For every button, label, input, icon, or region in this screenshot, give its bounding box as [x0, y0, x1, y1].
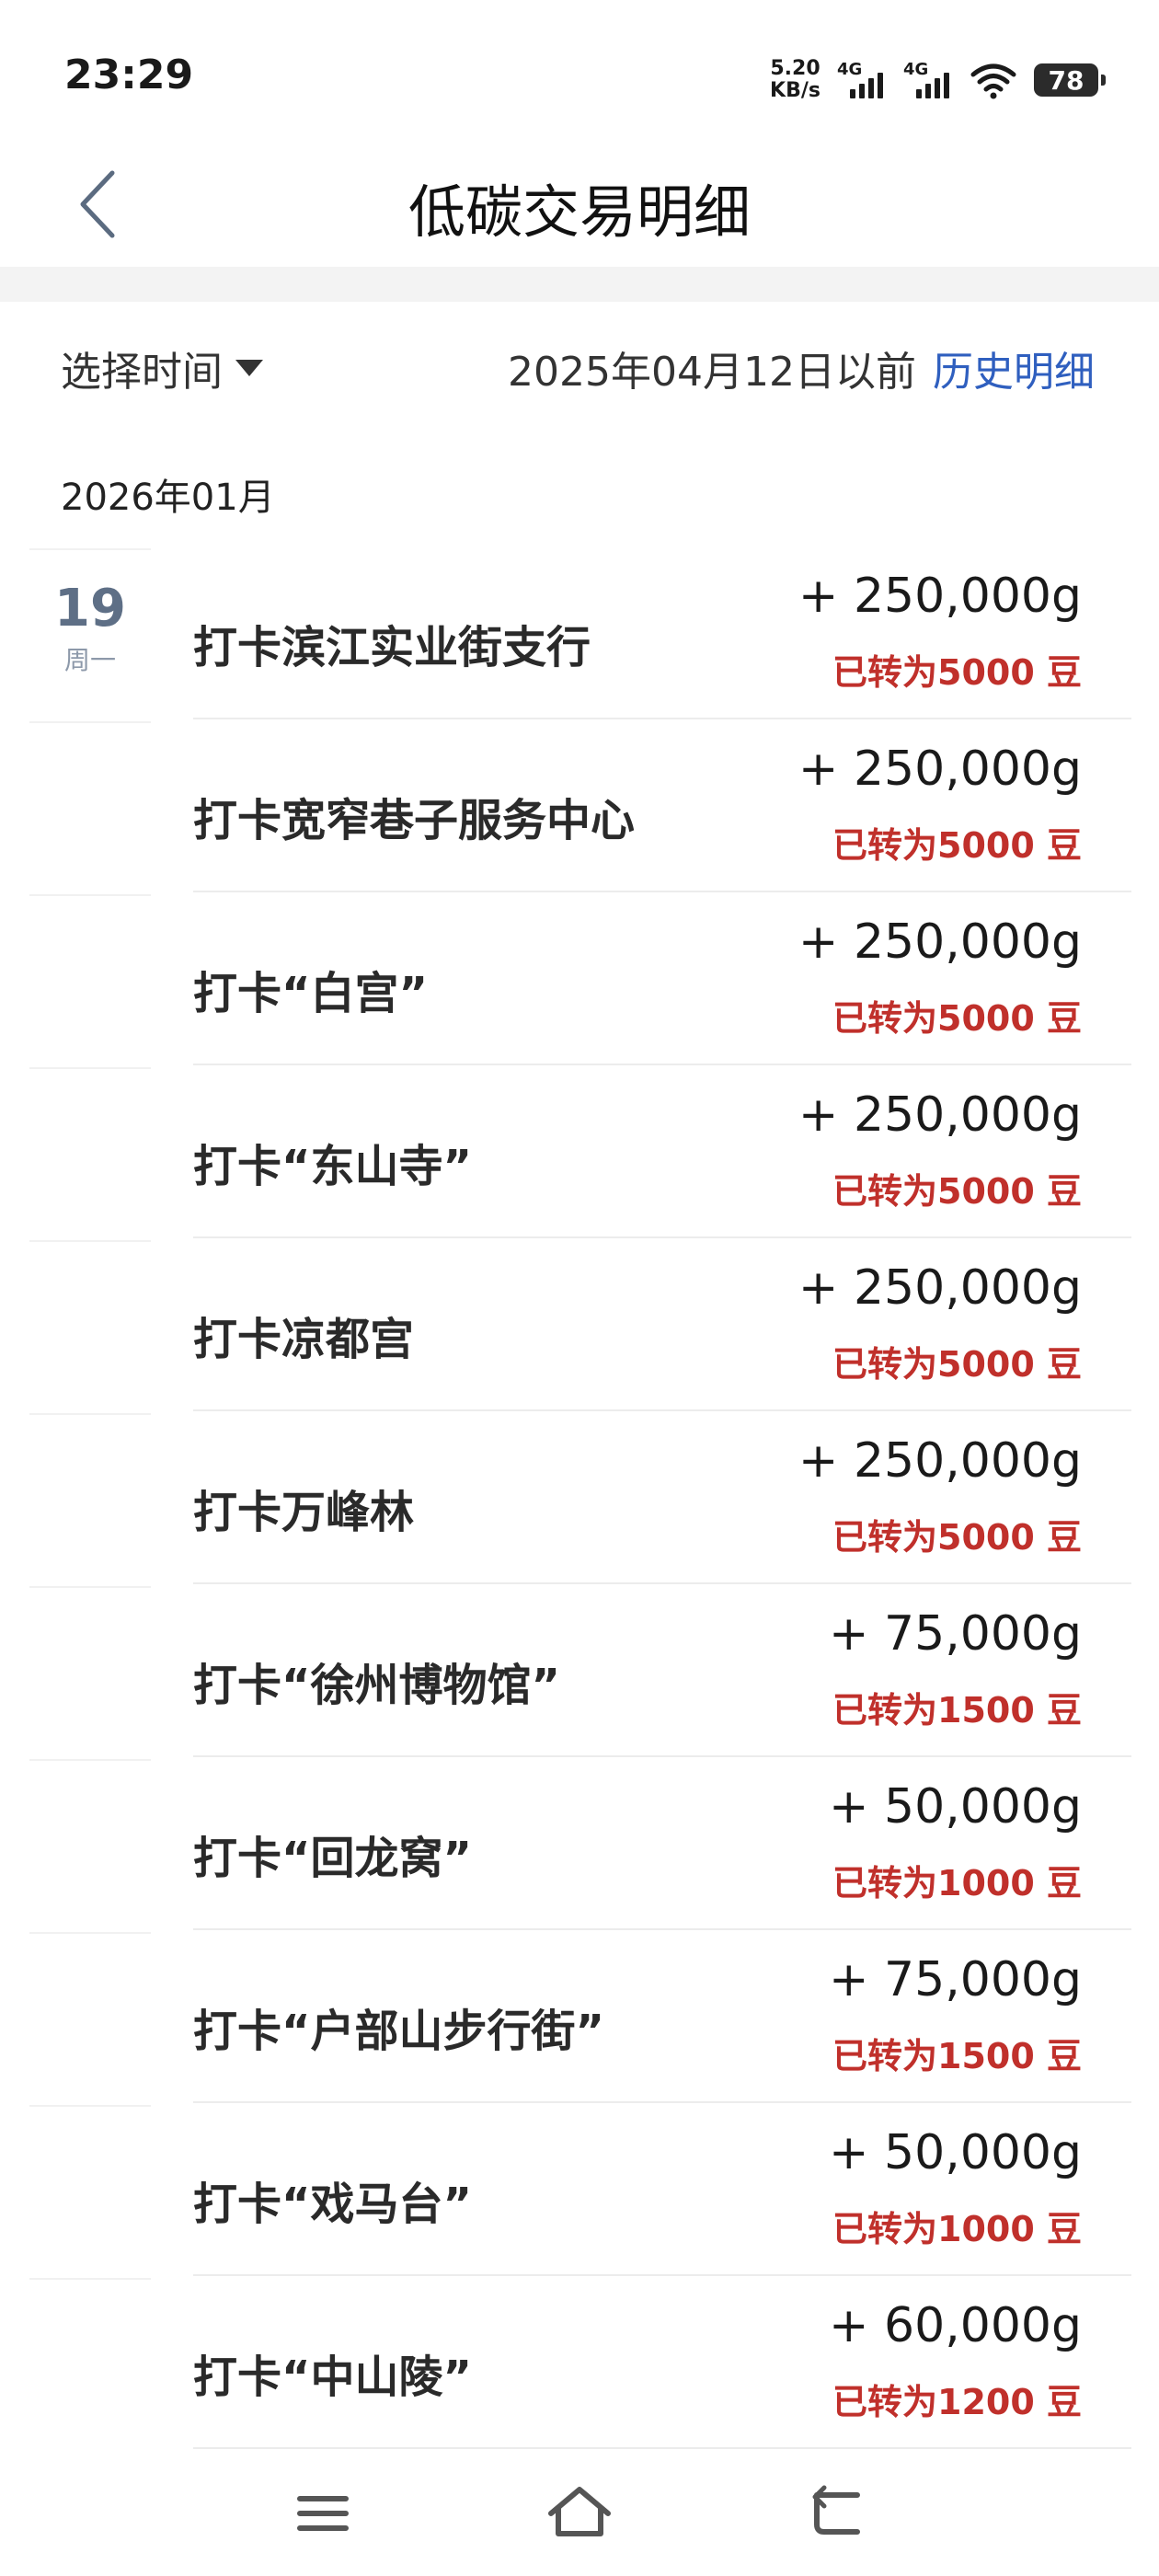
system-navigation-bar — [0, 2466, 1159, 2576]
transaction-title: 打卡“回龙窝” — [193, 1833, 473, 1884]
converted-beans: 已转为5000 豆 — [832, 825, 1082, 866]
row-separator — [193, 718, 1131, 719]
return-icon — [812, 2485, 860, 2535]
transaction-title: 打卡“东山寺” — [193, 1141, 473, 1192]
transaction-title: 打卡“戏马台” — [193, 2179, 473, 2230]
row-separator — [193, 1236, 1131, 1238]
transaction-amount: + 250,000g — [798, 1260, 1082, 1316]
menu-icon — [297, 2496, 349, 2531]
history-details-link[interactable]: 历史明细 — [933, 339, 1095, 397]
transaction-title: 打卡滨江实业街支行 — [193, 622, 591, 673]
month-header: 2026年01月 — [61, 477, 275, 519]
transaction-list: 19 周一 打卡滨江实业街支行 + 250,000g 已转为5000 豆打卡宽窄巷子服务… — [0, 548, 1159, 2451]
network-speed: 5.20 KB/s — [770, 58, 820, 102]
section-divider — [0, 267, 1159, 302]
transaction-row[interactable]: 打卡万峰林 + 250,000g 已转为5000 豆 — [0, 1413, 1159, 1586]
row-separator — [29, 1759, 151, 1761]
transaction-row[interactable]: 打卡宽窄巷子服务中心 + 250,000g 已转为5000 豆 — [0, 721, 1159, 894]
cellular-signal-icon: 4G — [837, 60, 887, 100]
transaction-row[interactable]: 打卡“白宫” + 250,000g 已转为5000 豆 — [0, 894, 1159, 1067]
return-button[interactable] — [797, 2477, 879, 2550]
row-separator — [193, 2101, 1131, 2103]
transaction-row[interactable]: 打卡“徐州博物馆” + 75,000g 已转为1500 豆 — [0, 1586, 1159, 1759]
transaction-row[interactable]: 打卡“户部山步行街” + 75,000g 已转为1500 豆 — [0, 1932, 1159, 2105]
transaction-title: 打卡宽窄巷子服务中心 — [193, 795, 636, 846]
transaction-amount: + 75,000g — [828, 1606, 1082, 1662]
row-separator — [29, 1586, 151, 1588]
select-time-dropdown[interactable]: 选择时间 — [61, 339, 263, 397]
row-separator — [193, 1064, 1131, 1065]
menu-button[interactable] — [281, 2477, 364, 2550]
battery-icon: 78 — [1034, 63, 1106, 97]
transaction-title: 打卡万峰林 — [193, 1487, 415, 1538]
transaction-amount: + 75,000g — [828, 1952, 1082, 2007]
row-separator — [29, 1067, 151, 1069]
history-info: 2025年04月12日以前 历史明细 — [508, 339, 1095, 397]
before-date-text: 2025年04月12日以前 — [508, 349, 916, 396]
transaction-amount: + 250,000g — [798, 1433, 1082, 1489]
transaction-row[interactable]: 打卡“中山陵” + 60,000g 已转为1200 豆 — [0, 2278, 1159, 2451]
caret-down-icon — [235, 360, 263, 376]
converted-beans: 已转为1500 豆 — [832, 2036, 1082, 2076]
converted-beans: 已转为1500 豆 — [832, 1690, 1082, 1731]
converted-beans: 已转为1200 豆 — [832, 2382, 1082, 2422]
transaction-row[interactable]: 打卡凉都宫 + 250,000g 已转为5000 豆 — [0, 1240, 1159, 1413]
home-button[interactable] — [538, 2477, 621, 2550]
row-separator — [29, 894, 151, 896]
transaction-amount: + 250,000g — [798, 742, 1082, 797]
transaction-row[interactable]: 19 周一 打卡滨江实业街支行 + 250,000g 已转为5000 豆 — [0, 548, 1159, 721]
converted-beans: 已转为1000 豆 — [832, 2209, 1082, 2249]
page-title: 低碳交易明细 — [407, 178, 751, 246]
app-header: 低碳交易明细 — [0, 138, 1159, 267]
converted-beans: 已转为5000 豆 — [832, 652, 1082, 693]
row-separator — [29, 548, 151, 550]
status-bar: 23:29 5.20 KB/s 4G 4G 78 — [0, 0, 1159, 138]
battery-level: 78 — [1048, 64, 1084, 96]
network-speed-value: 5.20 — [770, 57, 820, 80]
converted-beans: 已转为5000 豆 — [832, 1517, 1082, 1558]
row-separator — [29, 1240, 151, 1242]
row-separator — [29, 1932, 151, 1934]
transaction-row[interactable]: 打卡“戏马台” + 50,000g 已转为1000 豆 — [0, 2105, 1159, 2278]
transaction-amount: + 250,000g — [798, 1087, 1082, 1143]
status-icons: 5.20 KB/s 4G 4G 78 — [770, 57, 1106, 103]
row-separator — [193, 2274, 1131, 2276]
row-separator — [193, 2447, 1131, 2449]
transaction-title: 打卡“户部山步行街” — [193, 2006, 605, 2057]
filter-row: 选择时间 2025年04月12日以前 历史明细 — [0, 331, 1159, 405]
converted-beans: 已转为5000 豆 — [832, 1344, 1082, 1385]
transaction-title: 打卡“白宫” — [193, 968, 429, 1019]
transaction-amount: + 50,000g — [828, 1779, 1082, 1834]
status-time: 23:29 — [64, 52, 194, 98]
row-separator — [29, 1413, 151, 1415]
network-speed-unit: KB/s — [770, 79, 820, 102]
transaction-row[interactable]: 打卡“回龙窝” + 50,000g 已转为1000 豆 — [0, 1759, 1159, 1932]
transaction-title: 打卡“中山陵” — [193, 2352, 473, 2403]
row-separator — [193, 1582, 1131, 1584]
row-separator — [29, 721, 151, 723]
date-group: 19 周一 — [29, 581, 151, 677]
converted-beans: 已转为5000 豆 — [832, 998, 1082, 1039]
row-separator — [193, 1409, 1131, 1411]
cellular-signal-icon: 4G — [903, 60, 953, 100]
transaction-amount: + 250,000g — [798, 914, 1082, 970]
weekday: 周一 — [63, 645, 116, 675]
transaction-amount: + 50,000g — [828, 2125, 1082, 2180]
home-icon — [548, 2487, 611, 2536]
converted-beans: 已转为5000 豆 — [832, 1171, 1082, 1212]
row-separator — [193, 1928, 1131, 1930]
transaction-title: 打卡“徐州博物馆” — [193, 1660, 561, 1711]
row-separator — [193, 1755, 1131, 1757]
transaction-amount: + 250,000g — [798, 569, 1082, 624]
row-separator — [29, 2105, 151, 2107]
converted-beans: 已转为1000 豆 — [832, 1863, 1082, 1903]
transaction-title: 打卡凉都宫 — [193, 1314, 415, 1365]
transaction-amount: + 60,000g — [828, 2298, 1082, 2353]
transaction-row[interactable]: 打卡“东山寺” + 250,000g 已转为5000 豆 — [0, 1067, 1159, 1240]
wifi-icon — [970, 63, 1016, 99]
select-time-label: 选择时间 — [61, 349, 223, 396]
day-number: 19 — [54, 579, 126, 638]
row-separator — [193, 891, 1131, 892]
row-separator — [29, 2278, 151, 2280]
